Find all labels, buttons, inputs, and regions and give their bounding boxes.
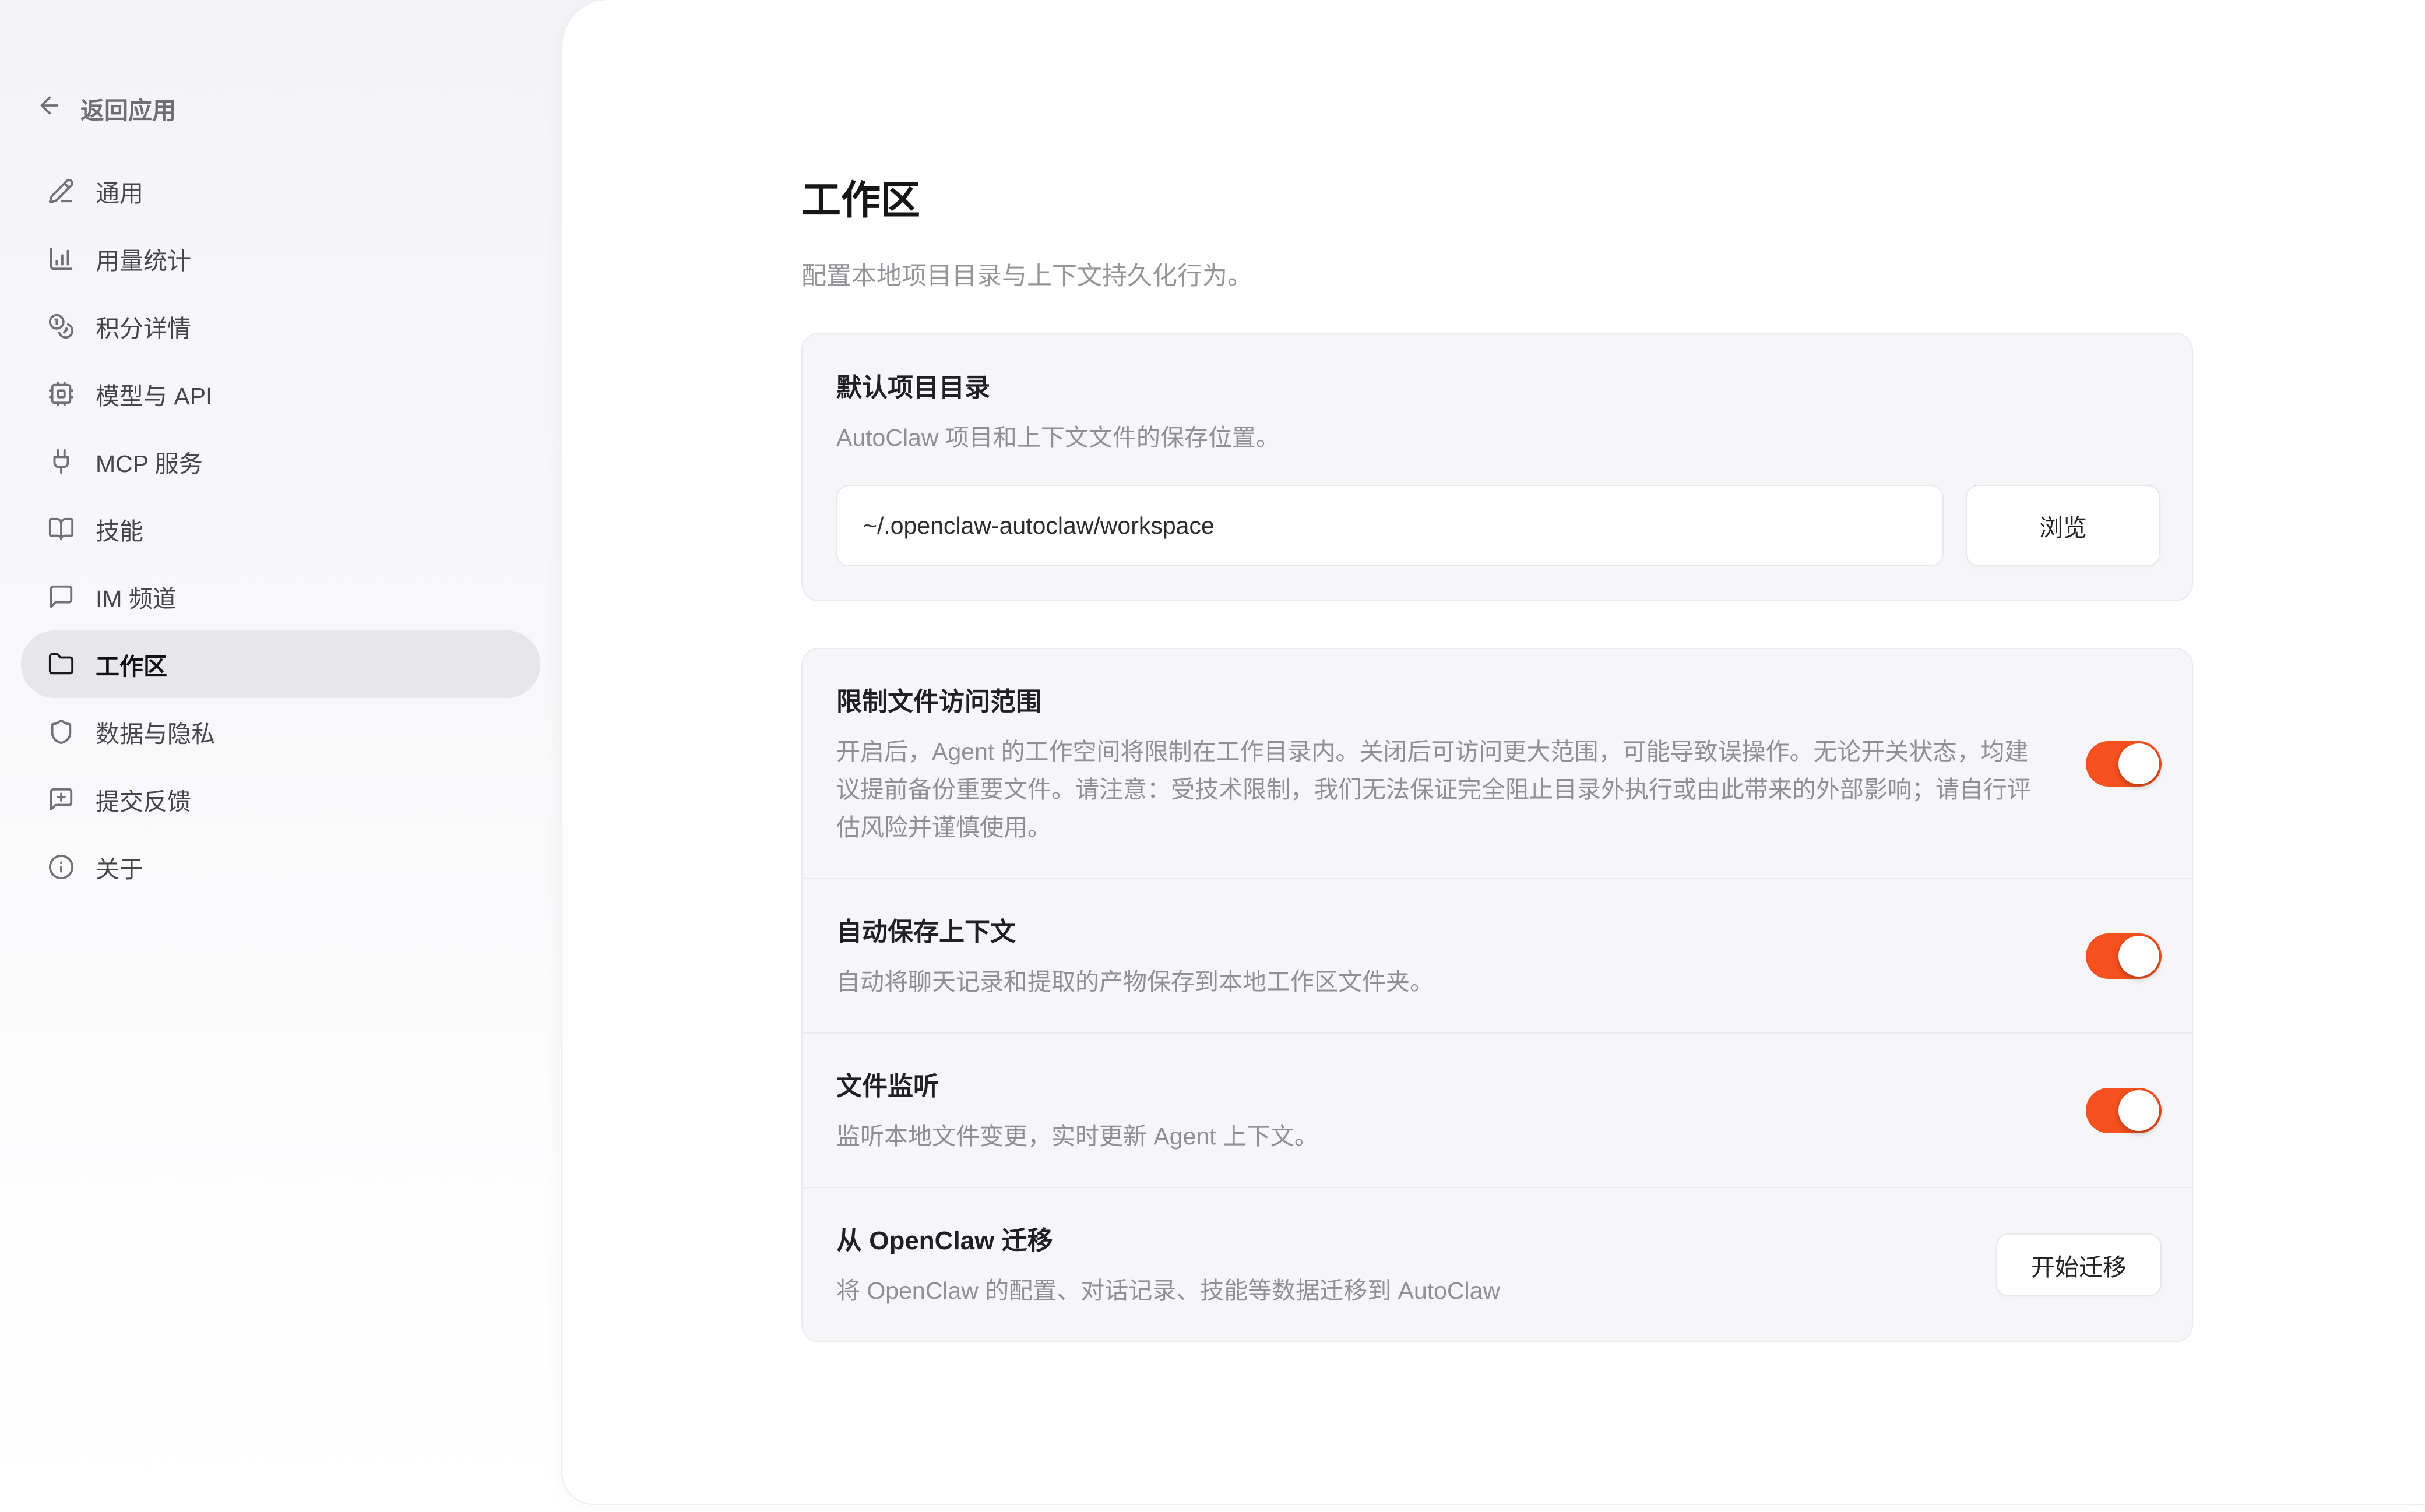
bar-chart-icon — [48, 245, 75, 272]
sidebar-item-credits[interactable]: 积分详情 — [21, 292, 540, 360]
setting-text: 从 OpenClaw 迁移将 OpenClaw 的配置、对话记录、技能等数据迁移… — [836, 1220, 1949, 1310]
setting-text: 限制文件访问范围开启后，Agent 的工作空间将限制在工作目录内。关闭后可访问更… — [836, 681, 2039, 847]
setting-description: 自动将聊天记录和提取的产物保存到本地工作区文件夹。 — [836, 963, 2039, 1001]
plug-icon — [48, 448, 75, 475]
directory-card-title: 默认项目目录 — [836, 366, 2160, 404]
auto-save-context-toggle[interactable] — [2086, 933, 2162, 979]
book-open-icon — [48, 516, 75, 542]
shield-icon — [48, 718, 75, 745]
setting-title: 从 OpenClaw 迁移 — [836, 1220, 1949, 1257]
directory-card-description: AutoClaw 项目和上下文文件的保存位置。 — [836, 419, 2160, 457]
back-to-app-button[interactable]: 返回应用 — [36, 87, 176, 129]
setting-description: 将 OpenClaw 的配置、对话记录、技能等数据迁移到 AutoClaw — [836, 1272, 1949, 1310]
workspace-settings-card: 限制文件访问范围开启后，Agent 的工作空间将限制在工作目录内。关闭后可访问更… — [801, 648, 2193, 1342]
sidebar-item-label: 提交反馈 — [96, 782, 191, 817]
setting-title: 自动保存上下文 — [836, 911, 2039, 948]
toggle-knob — [2118, 1090, 2159, 1131]
sidebar-item-label: 技能 — [96, 512, 143, 547]
browse-button[interactable]: 浏览 — [1966, 485, 2160, 566]
sidebar-item-label: 用量统计 — [96, 241, 191, 276]
sidebar-item-label: MCP 服务 — [96, 444, 203, 479]
back-to-app-label: 返回应用 — [80, 91, 176, 126]
sidebar-item-privacy[interactable]: 数据与隐私 — [21, 698, 540, 766]
message-square-plus-icon — [48, 786, 75, 813]
setting-row-restrict-file-access: 限制文件访问范围开启后，Agent 的工作空间将限制在工作目录内。关闭后可访问更… — [803, 649, 2192, 878]
folder-icon — [48, 651, 75, 678]
message-square-icon — [48, 583, 75, 610]
sidebar-item-workspace[interactable]: 工作区 — [21, 630, 540, 698]
file-watch-toggle[interactable] — [2086, 1088, 2162, 1133]
setting-text: 自动保存上下文自动将聊天记录和提取的产物保存到本地工作区文件夹。 — [836, 911, 2039, 1001]
arrow-left-icon — [36, 92, 63, 125]
setting-row-auto-save-context: 自动保存上下文自动将聊天记录和提取的产物保存到本地工作区文件夹。 — [803, 878, 2192, 1032]
setting-description: 开启后，Agent 的工作空间将限制在工作目录内。关闭后可访问更大范围，可能导致… — [836, 733, 2039, 847]
sidebar-item-about[interactable]: 关于 — [21, 833, 540, 901]
sidebar-item-label: 模型与 API — [96, 376, 212, 411]
sidebar-nav: 通用用量统计积分详情模型与 API MCP 服务技能 IM 频道工作区数据与隐私提交… — [21, 157, 540, 901]
migrate-from-openclaw-button[interactable]: 开始迁移 — [1996, 1233, 2162, 1296]
setting-row-file-watch: 文件监听监听本地文件变更，实时更新 Agent 上下文。 — [803, 1032, 2192, 1187]
toggle-knob — [2118, 936, 2159, 977]
page-title: 工作区 — [801, 168, 2193, 225]
default-directory-card: 默认项目目录 AutoClaw 项目和上下文文件的保存位置。 浏览 — [801, 333, 2193, 601]
sidebar: 返回应用 通用用量统计积分详情模型与 API MCP 服务技能 IM 频道工作区数据… — [0, 0, 561, 1512]
setting-text: 文件监听监听本地文件变更，实时更新 Agent 上下文。 — [836, 1065, 2039, 1155]
sidebar-item-label: 积分详情 — [96, 309, 191, 344]
workspace-path-input[interactable] — [836, 485, 1944, 566]
settings-content: 工作区 配置本地项目目录与上下文持久化行为。 默认项目目录 AutoClaw 项… — [801, 0, 2193, 1342]
info-icon — [48, 854, 75, 880]
toggle-knob — [2118, 743, 2159, 784]
sidebar-item-general[interactable]: 通用 — [21, 157, 540, 225]
sidebar-item-label: IM 频道 — [96, 579, 177, 614]
restrict-file-access-toggle[interactable] — [2086, 741, 2162, 787]
sidebar-item-usage[interactable]: 用量统计 — [21, 225, 540, 292]
main-panel: 工作区 配置本地项目目录与上下文持久化行为。 默认项目目录 AutoClaw 项… — [561, 0, 2425, 1505]
coins-icon — [48, 313, 75, 340]
sidebar-item-skills[interactable]: 技能 — [21, 495, 540, 563]
page-subtitle: 配置本地项目目录与上下文持久化行为。 — [801, 256, 2193, 292]
sidebar-item-feedback[interactable]: 提交反馈 — [21, 766, 540, 833]
setting-row-migrate-from-openclaw: 从 OpenClaw 迁移将 OpenClaw 的配置、对话记录、技能等数据迁移… — [803, 1187, 2192, 1341]
sidebar-item-label: 通用 — [96, 174, 143, 209]
sidebar-item-label: 工作区 — [96, 647, 167, 682]
sidebar-item-mcp[interactable]: MCP 服务 — [21, 428, 540, 495]
pencil-icon — [48, 178, 75, 205]
sidebar-item-label: 数据与隐私 — [96, 714, 215, 749]
app-window: 返回应用 通用用量统计积分详情模型与 APIMCP 服务技能IM 频道工作区数据… — [0, 0, 2425, 1512]
setting-title: 文件监听 — [836, 1065, 2039, 1102]
sidebar-item-models-api[interactable]: 模型与 API — [21, 360, 540, 428]
directory-input-row: 浏览 — [836, 485, 2160, 566]
sidebar-item-im-channels[interactable]: IM 频道 — [21, 563, 540, 630]
setting-title: 限制文件访问范围 — [836, 681, 2039, 718]
setting-description: 监听本地文件变更，实时更新 Agent 上下文。 — [836, 1118, 2039, 1155]
cpu-icon — [48, 380, 75, 407]
sidebar-item-label: 关于 — [96, 850, 143, 884]
